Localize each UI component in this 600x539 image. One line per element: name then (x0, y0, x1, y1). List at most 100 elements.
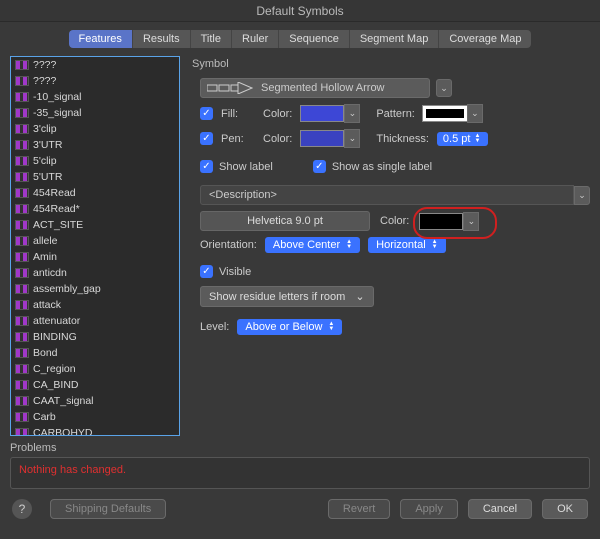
apply-button[interactable]: Apply (400, 499, 458, 519)
color-label: Color: (263, 108, 292, 120)
color-label-2: Color: (263, 133, 292, 145)
fill-checkbox[interactable]: ✓ (200, 107, 213, 120)
list-item-label: ???? (33, 59, 56, 71)
problems-text: Nothing has changed. (19, 464, 126, 476)
list-item-label: 5'UTR (33, 171, 62, 183)
list-item[interactable]: ???? (11, 57, 179, 73)
feature-icon (15, 348, 29, 358)
list-item-label: anticdn (33, 267, 67, 279)
help-button[interactable]: ? (12, 499, 32, 519)
list-item-label: Carb (33, 411, 56, 423)
list-item-label: 454Read* (33, 203, 80, 215)
problems-box: Nothing has changed. (10, 457, 590, 489)
list-item[interactable]: 454Read* (11, 201, 179, 217)
list-item-label: Amin (33, 251, 57, 263)
list-item[interactable]: BINDING (11, 329, 179, 345)
list-item[interactable]: 3'clip (11, 121, 179, 137)
feature-icon (15, 220, 29, 230)
feature-icon (15, 236, 29, 246)
feature-icon (15, 316, 29, 326)
shape-caret[interactable]: ⌄ (436, 79, 452, 97)
list-item[interactable]: CAAT_signal (11, 393, 179, 409)
list-item-label: CA_BIND (33, 379, 79, 391)
list-item-label: 3'clip (33, 123, 57, 135)
updown-icon: ▲▼ (328, 322, 338, 332)
tab-features[interactable]: Features (69, 30, 133, 48)
hollow-arrow-icon (207, 82, 253, 94)
show-label-checkbox[interactable]: ✓Show label (200, 160, 273, 173)
font-color-swatch[interactable] (419, 213, 463, 230)
list-item[interactable]: attack (11, 297, 179, 313)
fill-color-swatch[interactable] (300, 105, 344, 122)
pen-checkbox[interactable]: ✓ (200, 132, 213, 145)
fill-label: Fill: (221, 108, 255, 120)
visible-checkbox[interactable]: ✓ (200, 265, 213, 278)
tab-title[interactable]: Title (191, 30, 232, 48)
list-item[interactable]: ???? (11, 73, 179, 89)
list-item[interactable]: Bond (11, 345, 179, 361)
cancel-button[interactable]: Cancel (468, 499, 532, 519)
list-item-label: -35_signal (33, 107, 81, 119)
feature-icon (15, 140, 29, 150)
font-button[interactable]: Helvetica 9.0 pt (200, 211, 370, 231)
shape-dropdown[interactable]: Segmented Hollow Arrow (200, 78, 430, 98)
orientation-dropdown[interactable]: Above Center ▲▼ (265, 237, 360, 253)
shipping-defaults-button[interactable]: Shipping Defaults (50, 499, 166, 519)
list-item[interactable]: assembly_gap (11, 281, 179, 297)
list-item[interactable]: -35_signal (11, 105, 179, 121)
list-item-label: ACT_SITE (33, 219, 83, 231)
pattern-caret[interactable]: ⌄ (467, 104, 483, 123)
list-item[interactable]: 454Read (11, 185, 179, 201)
tab-ruler[interactable]: Ruler (232, 30, 279, 48)
list-item[interactable]: C_region (11, 361, 179, 377)
feature-list[interactable]: ???????? -10_signal -35_signal 3'clip 3'UTR 5… (10, 56, 180, 436)
list-item[interactable]: ACT_SITE (11, 217, 179, 233)
residue-dropdown[interactable]: Show residue letters if room ⌄ (200, 286, 374, 307)
list-item[interactable]: anticdn (11, 265, 179, 281)
chevron-down-icon: ⌄ (355, 290, 364, 303)
list-item[interactable]: 5'clip (11, 153, 179, 169)
level-dropdown[interactable]: Above or Below ▲▼ (237, 319, 342, 335)
revert-button[interactable]: Revert (328, 499, 390, 519)
feature-icon (15, 108, 29, 118)
list-item[interactable]: 5'UTR (11, 169, 179, 185)
list-item[interactable]: 3'UTR (11, 137, 179, 153)
font-color-caret[interactable]: ⌄ (463, 212, 479, 231)
tab-segment-map[interactable]: Segment Map (350, 30, 439, 48)
list-item[interactable]: Amin (11, 249, 179, 265)
problems-label: Problems (10, 442, 590, 454)
pen-color-caret[interactable]: ⌄ (344, 129, 360, 148)
feature-icon (15, 124, 29, 134)
orientation-dir-value: Horizontal (376, 239, 426, 251)
feature-icon (15, 76, 29, 86)
ok-button[interactable]: OK (542, 499, 588, 519)
list-item-label: ???? (33, 75, 56, 87)
feature-icon (15, 412, 29, 422)
single-label-checkbox[interactable]: ✓Show as single label (313, 160, 432, 173)
list-item-label: 5'clip (33, 155, 57, 167)
tab-sequence[interactable]: Sequence (279, 30, 350, 48)
pattern-label: Pattern: (376, 108, 415, 120)
list-item[interactable]: CA_BIND (11, 377, 179, 393)
list-item-label: BINDING (33, 331, 77, 343)
thickness-stepper[interactable]: 0.5 pt ▲▼ (437, 132, 489, 146)
residue-value: Show residue letters if room (209, 291, 345, 303)
pen-color-swatch[interactable] (300, 130, 344, 147)
visible-label: Visible (219, 266, 251, 278)
fill-color-caret[interactable]: ⌄ (344, 104, 360, 123)
description-dropdown[interactable]: <Description> ⌄ (200, 185, 590, 205)
font-color-label: Color: (380, 215, 409, 227)
symbol-section-label: Symbol (192, 58, 590, 70)
list-item[interactable]: CARBOHYD (11, 425, 179, 435)
tab-coverage-map[interactable]: Coverage Map (439, 30, 531, 48)
list-item[interactable]: Carb (11, 409, 179, 425)
list-item[interactable]: attenuator (11, 313, 179, 329)
pattern-swatch[interactable] (423, 106, 467, 121)
list-item[interactable]: -10_signal (11, 89, 179, 105)
list-item-label: CARBOHYD (33, 427, 93, 435)
tab-results[interactable]: Results (133, 30, 191, 48)
feature-icon (15, 60, 29, 70)
list-item[interactable]: allele (11, 233, 179, 249)
list-item-label: assembly_gap (33, 283, 101, 295)
orientation-dir-dropdown[interactable]: Horizontal ▲▼ (368, 237, 446, 253)
